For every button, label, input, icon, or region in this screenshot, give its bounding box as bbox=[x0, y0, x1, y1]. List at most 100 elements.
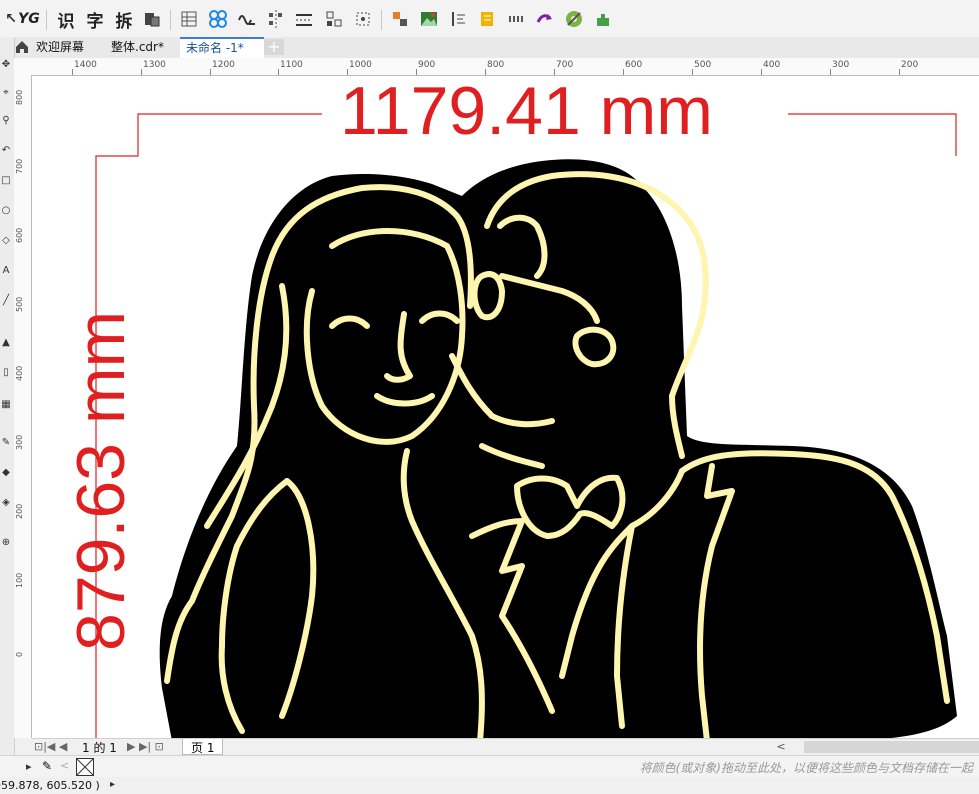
line-tool-icon[interactable]: ╱ bbox=[0, 295, 12, 307]
next-page-icon[interactable]: ▶ ▶| ⊡ bbox=[127, 740, 164, 753]
dashed-lines-icon[interactable] bbox=[293, 8, 315, 30]
crop-tool-icon[interactable]: ⌖ bbox=[0, 87, 12, 99]
rectangle-tool-icon[interactable]: □ bbox=[0, 175, 12, 187]
split-button[interactable]: 拆 bbox=[113, 8, 135, 32]
freehand-tool-icon[interactable]: ↶ bbox=[0, 145, 12, 157]
ruler-tick-label: 0 bbox=[15, 651, 24, 657]
shape-tool-icon[interactable]: ✥ bbox=[0, 59, 12, 71]
ruler-tick bbox=[623, 69, 624, 75]
page-tab[interactable]: 页 1 bbox=[182, 739, 224, 755]
ruler-tick-label: 700 bbox=[556, 60, 574, 70]
ruler-tick-label: 200 bbox=[15, 503, 24, 519]
text-align-icon[interactable] bbox=[447, 8, 469, 30]
no-color-swatch[interactable] bbox=[76, 758, 94, 776]
ruler-tick-label: 200 bbox=[901, 60, 919, 70]
ruler-tick-label: 1300 bbox=[143, 60, 166, 70]
select-frame-icon[interactable] bbox=[352, 8, 374, 30]
horizontal-ruler[interactable]: 1400 1300 1200 1100 1000 900 800 700 600 500 400 30… bbox=[14, 58, 979, 76]
disc-icon[interactable] bbox=[563, 8, 585, 30]
page-navigator: ⊡|◀ ◀ 1 的 1 ▶ ▶| ⊡ 页 1 < bbox=[32, 738, 979, 756]
recognize-button[interactable]: 识 bbox=[55, 8, 77, 32]
tab-overall-cdr[interactable]: 整体.cdr* bbox=[105, 38, 170, 57]
separator bbox=[46, 10, 47, 30]
character-button[interactable]: 字 bbox=[84, 8, 106, 32]
palette-hint: 将颜色(或对象)拖动至此处，以便将这些颜色与文档存储在一起 bbox=[639, 761, 973, 775]
ruler-tick-label: 300 bbox=[15, 434, 24, 450]
image-icon[interactable] bbox=[418, 8, 440, 30]
document-tab-bar: 欢迎屏幕 整体.cdr* 未命名 -1* + bbox=[0, 37, 979, 59]
ruler-tick bbox=[692, 69, 693, 75]
add-tab-button[interactable]: + bbox=[264, 39, 284, 55]
ellipse-tool-icon[interactable]: ○ bbox=[0, 205, 12, 217]
table-icon[interactable] bbox=[178, 8, 200, 30]
polygon-tool-icon[interactable]: ◇ bbox=[0, 235, 12, 247]
ruler-tick bbox=[210, 69, 211, 75]
vertical-ruler[interactable]: 800 700 600 500 400 300 200 100 0 bbox=[14, 75, 32, 738]
ruler-tick bbox=[141, 69, 142, 75]
ruler-tick bbox=[899, 69, 900, 75]
artwork bbox=[95, 113, 957, 738]
ruler-tick-label: 300 bbox=[832, 60, 850, 70]
pattern-icon[interactable] bbox=[207, 8, 229, 30]
separator bbox=[381, 10, 382, 30]
text-tool-icon[interactable]: A bbox=[0, 265, 12, 277]
ruler-tick-label: 400 bbox=[15, 365, 24, 381]
toolbox: ✥ ⌖ ⚲ ↶ □ ○ ◇ A ╱ ▲ ▯ ▦ ✎ ◆ ◈ ⊕ bbox=[0, 37, 15, 757]
transparency-tool-icon[interactable]: ▯ bbox=[0, 367, 12, 379]
top-toolbar: ↖ YG 识 字 拆 bbox=[0, 0, 979, 38]
ruler-tick-label: 500 bbox=[694, 60, 712, 70]
ruler-tick-label: 500 bbox=[15, 296, 24, 312]
arrange-icon[interactable] bbox=[389, 8, 411, 30]
cursor-coordinates: 959.878, 605.520 ) bbox=[0, 779, 100, 792]
ruler-tick bbox=[554, 69, 555, 75]
ruler-tick-label: 100 bbox=[15, 572, 24, 588]
ruler-tick-label: 1200 bbox=[212, 60, 235, 70]
status-bar: 959.878, 605.520 ) ▸ bbox=[0, 777, 979, 794]
ruler-tick-label: 600 bbox=[625, 60, 643, 70]
tab-welcome[interactable]: 欢迎屏幕 bbox=[30, 38, 90, 57]
convert-icon[interactable] bbox=[534, 8, 556, 30]
ruler-tick bbox=[72, 69, 73, 75]
clipboard-icon[interactable] bbox=[141, 8, 163, 30]
ruler-tick bbox=[416, 69, 417, 75]
ruler-tick-label: 1400 bbox=[74, 60, 97, 70]
fill-tool-icon[interactable]: ◆ bbox=[0, 467, 12, 479]
plugin-icon[interactable] bbox=[592, 8, 614, 30]
add-tool-icon[interactable]: ⊕ bbox=[0, 537, 12, 549]
list-icon[interactable] bbox=[476, 8, 498, 30]
yg-logo[interactable]: YG bbox=[18, 8, 40, 30]
ruler-tick-label: 1000 bbox=[349, 60, 372, 70]
distribute-icon[interactable] bbox=[323, 8, 345, 30]
ruler-tick bbox=[278, 69, 279, 75]
first-page-icon[interactable]: ⊡|◀ ◀ bbox=[34, 740, 67, 753]
ruler-tick-label: 400 bbox=[763, 60, 781, 70]
eyedropper-icon[interactable]: ✎ bbox=[42, 759, 56, 773]
height-dimension-label[interactable]: 879.63 mm bbox=[62, 311, 140, 651]
palette-scroll-icon[interactable]: < bbox=[60, 759, 69, 772]
paint-tool-icon[interactable]: ▲ bbox=[0, 337, 12, 349]
ruler-tick-label: 700 bbox=[15, 158, 24, 174]
page-counter: 1 的 1 bbox=[82, 741, 117, 755]
eyedropper-tool-icon[interactable]: ✎ bbox=[0, 437, 12, 449]
ruler-tick-label: 1100 bbox=[280, 60, 303, 70]
node-align-icon[interactable] bbox=[265, 8, 287, 30]
palette-menu-icon[interactable]: ▸ bbox=[26, 760, 32, 773]
zoom-tool-icon[interactable]: ⚲ bbox=[0, 115, 12, 127]
ruler-tick-label: 800 bbox=[15, 89, 24, 105]
drawing-canvas[interactable]: 1179.41 mm 879.63 mm bbox=[32, 76, 979, 738]
ruler-tick bbox=[761, 69, 762, 75]
width-dimension-label[interactable]: 1179.41 mm bbox=[340, 76, 713, 150]
ruler-tick bbox=[485, 69, 486, 75]
scroll-left-icon[interactable]: < bbox=[774, 740, 788, 754]
grid-dots-icon[interactable] bbox=[505, 8, 527, 30]
ruler-tick bbox=[347, 69, 348, 75]
outline-tool-icon[interactable]: ◈ bbox=[0, 497, 12, 509]
status-arrow-icon: ▸ bbox=[110, 779, 116, 790]
wave-path-icon[interactable] bbox=[236, 8, 258, 30]
checker-tool-icon[interactable]: ▦ bbox=[0, 399, 12, 411]
ruler-tick-label: 900 bbox=[418, 60, 436, 70]
home-icon[interactable] bbox=[14, 39, 30, 55]
ruler-tick-label: 600 bbox=[15, 227, 24, 243]
horizontal-scrollbar[interactable] bbox=[804, 741, 979, 753]
tab-untitled[interactable]: 未命名 -1* bbox=[180, 37, 264, 58]
